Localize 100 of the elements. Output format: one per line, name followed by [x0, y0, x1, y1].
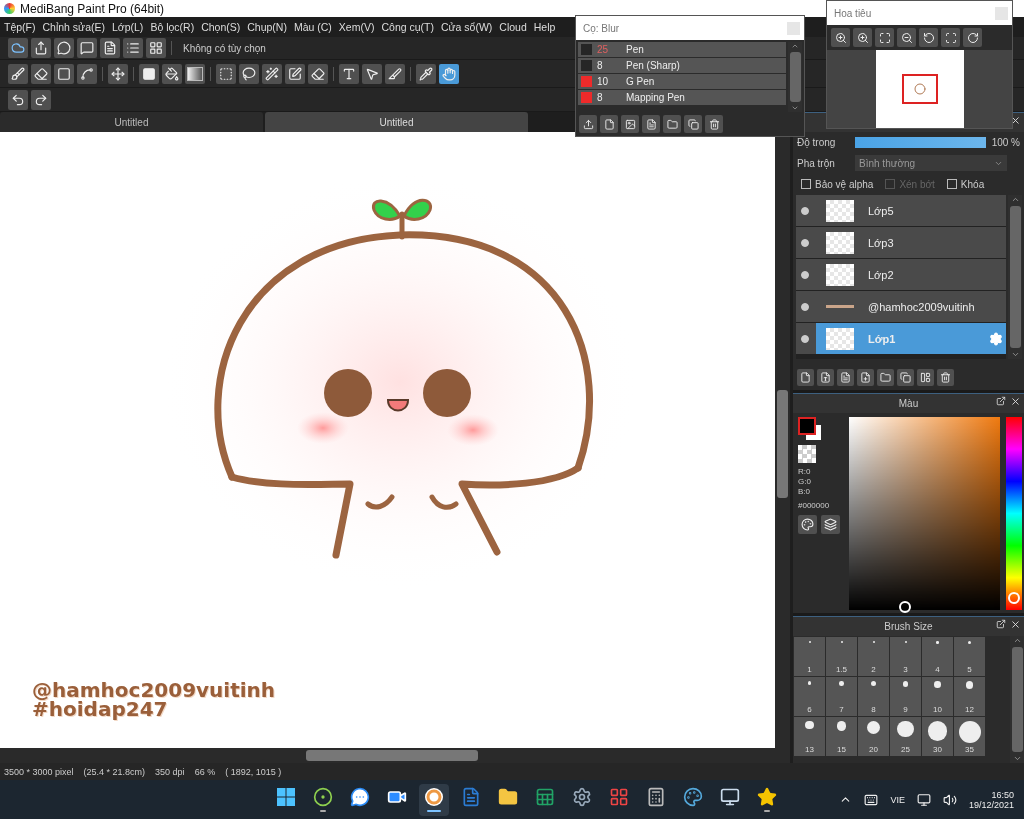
- menu-item[interactable]: Cửa sổ(W): [437, 21, 496, 33]
- drawing-canvas[interactable]: @hamhoc2009vuitinh #hoidap247: [0, 132, 775, 748]
- brush-item[interactable]: 8 Pen (Sharp): [578, 58, 786, 73]
- close-icon[interactable]: [1010, 396, 1021, 407]
- layer-action-button[interactable]: [837, 369, 854, 386]
- brush-size-item[interactable]: 2: [858, 637, 889, 676]
- brush-size-item[interactable]: 8: [858, 677, 889, 716]
- layer-scrollbar[interactable]: [1008, 195, 1022, 359]
- undock-icon[interactable]: [996, 396, 1006, 406]
- scroll-up-icon[interactable]: [1010, 195, 1020, 204]
- brush-size-item[interactable]: 3: [890, 637, 921, 676]
- redo-tool-button[interactable]: [31, 89, 51, 110]
- brush-size-item[interactable]: 4: [922, 637, 953, 676]
- grid-tool-button[interactable]: [146, 38, 166, 58]
- visibility-dot[interactable]: [801, 334, 809, 343]
- brush-size-item[interactable]: 25: [890, 717, 921, 756]
- visibility-dot[interactable]: [801, 238, 809, 247]
- transparent-swatch[interactable]: [798, 445, 816, 463]
- brush-action-button[interactable]: [642, 115, 660, 133]
- brush-size-item[interactable]: 13: [794, 717, 825, 756]
- brush-tool-button[interactable]: [8, 63, 28, 84]
- selection-pen-tool-button[interactable]: [285, 63, 305, 84]
- option-checkbox[interactable]: Khóa: [946, 178, 985, 190]
- brush-size-item[interactable]: 15: [826, 717, 857, 756]
- pointer-tool-button[interactable]: [362, 63, 382, 84]
- text-tool-button[interactable]: [339, 63, 359, 84]
- brush-item[interactable]: 10 G Pen: [578, 74, 786, 89]
- brush-size-item[interactable]: 9: [890, 677, 921, 716]
- layer-action-button[interactable]: [817, 369, 834, 386]
- brush-size-item[interactable]: 6: [794, 677, 825, 716]
- layer-action-button[interactable]: [917, 369, 934, 386]
- visibility-dot[interactable]: [801, 206, 809, 215]
- color-swatches[interactable]: [798, 417, 824, 441]
- clock[interactable]: 16:50 19/12/2021: [968, 789, 1014, 810]
- eyedropper-tool-button[interactable]: [416, 63, 436, 84]
- visibility-dot[interactable]: [801, 302, 809, 311]
- brush-size-item[interactable]: 1.5: [826, 637, 857, 676]
- canvas-preview[interactable]: [875, 50, 964, 128]
- menu-item[interactable]: Chỉnh sửa(E): [39, 21, 108, 33]
- filled-square-tool-button[interactable]: [139, 63, 159, 84]
- menu-item[interactable]: Lớp(L): [108, 21, 147, 33]
- menu-item[interactable]: Help: [530, 21, 559, 33]
- undock-icon[interactable]: [996, 619, 1006, 629]
- list-tool-button[interactable]: [123, 38, 143, 58]
- comment-tool-button[interactable]: [77, 38, 97, 58]
- scroll-down-icon[interactable]: [1010, 350, 1020, 359]
- brush-action-button[interactable]: [621, 115, 639, 133]
- navigator-button[interactable]: [897, 28, 916, 47]
- brush-item[interactable]: 8 Mapping Pen: [578, 90, 786, 105]
- monitor-icon[interactable]: [916, 792, 931, 807]
- layer-action-button[interactable]: [797, 369, 814, 386]
- saturation-value-picker[interactable]: [849, 417, 1001, 610]
- menu-item[interactable]: Công cụ(T): [378, 21, 437, 33]
- brush-size-item[interactable]: 10: [922, 677, 953, 716]
- opacity-slider[interactable]: [854, 137, 986, 148]
- menu-item[interactable]: Cloud: [496, 21, 530, 33]
- brush-size-item[interactable]: 30: [922, 717, 953, 756]
- menu-item[interactable]: Màu (C): [290, 21, 335, 33]
- brush-size-scrollbar[interactable]: [1010, 636, 1024, 763]
- close-icon[interactable]: [1010, 619, 1021, 630]
- menu-item[interactable]: Chụp(N): [244, 21, 290, 33]
- brush-size-item[interactable]: 20: [858, 717, 889, 756]
- scroll-down-icon[interactable]: [1012, 754, 1022, 763]
- hue-slider[interactable]: [1006, 417, 1022, 610]
- share-tool-button[interactable]: [31, 38, 51, 58]
- navigator-button[interactable]: [941, 28, 960, 47]
- brush-action-button[interactable]: [579, 115, 597, 133]
- brush-size-item[interactable]: 7: [826, 677, 857, 716]
- view-frame[interactable]: [901, 74, 938, 104]
- scroll-up-icon[interactable]: [791, 42, 799, 50]
- gradient-tool-button[interactable]: [185, 63, 205, 84]
- layer-action-button[interactable]: [857, 369, 874, 386]
- palette-button[interactable]: [798, 515, 817, 534]
- navigator-button[interactable]: [875, 28, 894, 47]
- brush-size-item[interactable]: 35: [954, 717, 985, 756]
- dashed-square-tool-button[interactable]: [216, 63, 236, 84]
- document-tool-button[interactable]: [100, 38, 120, 58]
- brush-size-item[interactable]: 12: [954, 677, 985, 716]
- scroll-down-icon[interactable]: [791, 104, 799, 112]
- visibility-dot[interactable]: [801, 270, 809, 279]
- lasso-tool-button[interactable]: [239, 63, 259, 84]
- brush-action-button[interactable]: [684, 115, 702, 133]
- brush-scrollbar[interactable]: [788, 42, 802, 112]
- brush-action-button[interactable]: [705, 115, 723, 133]
- taskbar-app-button[interactable]: [419, 783, 449, 816]
- navigator-button[interactable]: [919, 28, 938, 47]
- speaker-icon[interactable]: [942, 792, 957, 807]
- eraser-tool-button[interactable]: [31, 63, 51, 84]
- magic-wand-tool-button[interactable]: [262, 63, 282, 84]
- layer-action-button[interactable]: [877, 369, 894, 386]
- selection-eraser-tool-button[interactable]: [308, 63, 328, 84]
- document-tab[interactable]: Untitled: [0, 112, 263, 132]
- language-indicator[interactable]: VIE: [890, 794, 905, 805]
- blend-dropdown[interactable]: Bình thường: [855, 155, 1007, 172]
- square-tool-button[interactable]: [54, 63, 74, 84]
- navigator-button[interactable]: [831, 28, 850, 47]
- menu-item[interactable]: Bộ lọc(R): [147, 21, 198, 33]
- menu-item[interactable]: Tệp(F): [1, 21, 39, 33]
- navigator-button[interactable]: [853, 28, 872, 47]
- settings-icon[interactable]: [989, 331, 1003, 346]
